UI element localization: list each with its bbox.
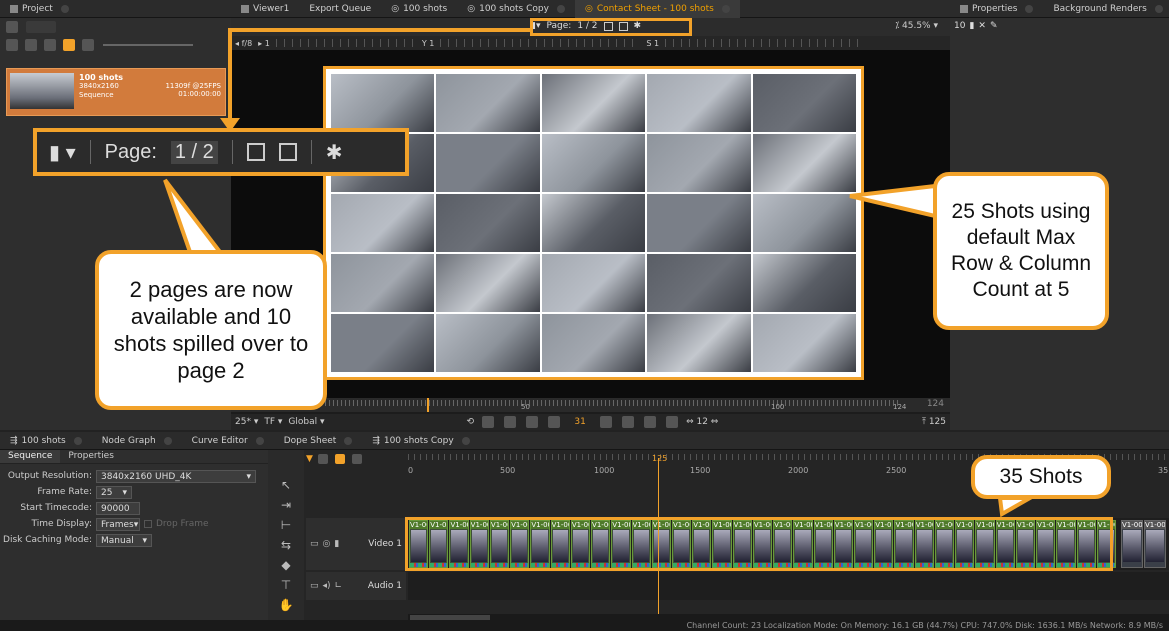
toolbar-connector (228, 28, 532, 126)
pages-callout-tail (163, 178, 225, 254)
toolbar-connector-arrow (220, 118, 240, 132)
shots35-callout-tail (997, 496, 1038, 518)
clips-highlight (405, 517, 1113, 571)
shots35-callout: 35 Shots (971, 455, 1111, 499)
shots25-callout: 25 Shots using default Max Row & Column … (933, 172, 1109, 330)
shots25-callout-tail (849, 183, 937, 219)
pages-callout: 2 pages are now available and 10 shots s… (95, 250, 327, 410)
